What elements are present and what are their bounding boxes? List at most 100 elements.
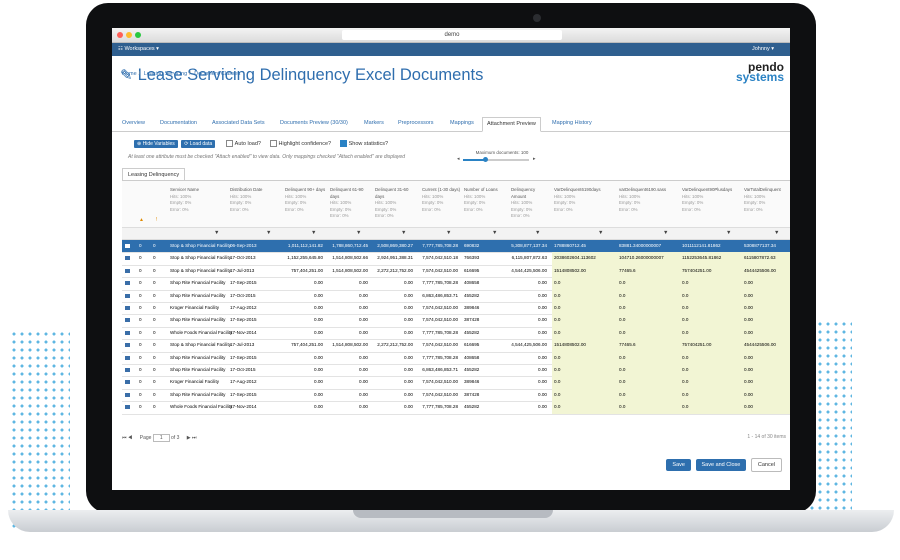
tab-associated-data-sets[interactable]: Associated Data Sets xyxy=(208,117,269,130)
column-header[interactable]: Current (1-30 days) Hits: 100% Empty: 0% Er… xyxy=(422,187,462,213)
tab-mappings[interactable]: Mappings xyxy=(446,117,478,130)
slider-right-icon[interactable]: ▸ xyxy=(533,156,536,162)
row-flag: 0 xyxy=(139,280,142,286)
breadcrumb-home[interactable]: Home xyxy=(122,71,137,77)
cancel-button[interactable]: Cancel xyxy=(750,458,782,472)
tab-overview[interactable]: Overview xyxy=(118,117,149,130)
maximize-window-icon[interactable] xyxy=(135,32,141,38)
table-row[interactable]: 0 0 Whole Foods Financial Facility 17-Nov-2… xyxy=(122,401,790,415)
table-row[interactable]: 0 0 Shop Rite Financial Facility 17-Sep-201… xyxy=(122,277,790,291)
row-flag: 0 xyxy=(153,317,156,323)
warning-icon: ▲ xyxy=(139,217,144,223)
filter-icon[interactable]: ▼ xyxy=(311,230,316,236)
document-icon[interactable] xyxy=(125,368,130,372)
filter-icon[interactable]: ▼ xyxy=(214,230,219,236)
filter-icon[interactable]: ▼ xyxy=(726,230,731,236)
table-row[interactable]: 0 0 Kroger Financial Facility 17-Aug-2012 0.… xyxy=(122,302,790,316)
table-row[interactable]: 0 0 Stop & Shop Financial Facility 17-Oct-2… xyxy=(122,252,790,266)
table-row[interactable]: 0 0 Shop Rite Financial Facility 17-Oct-201… xyxy=(122,364,790,378)
filter-icon[interactable]: ▼ xyxy=(266,230,271,236)
column-header[interactable]: Delinquent 90+ days Hits: 100% Empty: 0% Er… xyxy=(285,187,327,213)
address-bar[interactable]: demo xyxy=(342,30,562,40)
save-and-close-button[interactable]: Save and Close xyxy=(695,459,747,471)
column-header[interactable]: VarDelinquent90Plusdays Hits: 100% Empty: … xyxy=(682,187,742,213)
document-icon[interactable] xyxy=(125,244,130,248)
column-header[interactable]: Delinquent 61-90 days Hits: 100% Empty: 0%… xyxy=(330,187,372,220)
table-row[interactable]: 0 0 Stop & Shop Financial Facility 17-Jul-2… xyxy=(122,264,790,279)
document-icon[interactable] xyxy=(125,318,130,323)
table-row[interactable]: 0 0 Stop & Shop Financial Facility 17-Jul-2… xyxy=(122,339,790,353)
tab-attachment-preview[interactable]: Attachment Preview xyxy=(482,117,541,132)
page-input[interactable]: 1 xyxy=(152,434,170,442)
filter-icon[interactable]: ▼ xyxy=(446,230,451,236)
save-button[interactable]: Save xyxy=(666,459,691,471)
document-icon[interactable] xyxy=(125,281,130,286)
show-statistics-checkbox[interactable]: Show statistics? xyxy=(339,140,388,148)
slider-left-icon[interactable]: ◂ xyxy=(457,156,460,162)
table-row[interactable]: 0 0 Shop Rite Financial Facility 17-Sep-201… xyxy=(122,351,790,365)
table-row[interactable]: 0 0 Whole Foods Financial Facility 17-Nov-2… xyxy=(122,326,790,341)
breadcrumb-document-classes[interactable]: Document Classes xyxy=(194,71,240,77)
document-icon[interactable] xyxy=(125,293,130,298)
document-icon[interactable] xyxy=(125,268,130,273)
table-row[interactable]: 0 0 Shop Rite Financial Facility 17-Sep-201… xyxy=(122,388,790,403)
column-header[interactable]: Distribution Date Hits: 100% Empty: 0% Erro… xyxy=(230,187,282,213)
table-row[interactable]: 0 0 Kroger Financial Facility 17-Aug-2012 0.… xyxy=(122,376,790,390)
highlight-confidence-checkbox[interactable]: Highlight confidence? xyxy=(269,140,331,148)
table-cell: 0.0 xyxy=(682,391,689,397)
hide-variables-button[interactable]: ⊕ Hide Variables xyxy=(134,140,178,148)
filter-icon[interactable]: ▼ xyxy=(663,230,668,236)
document-icon[interactable] xyxy=(125,392,130,397)
filter-icon[interactable]: ▼ xyxy=(492,230,497,236)
column-header[interactable]: Servicer Name Hits: 100% Empty: 0% Error: 0… xyxy=(170,187,230,213)
tab-mapping-history[interactable]: Mapping History xyxy=(548,117,596,130)
table-cell: 0.0 xyxy=(619,280,626,286)
table-cell: 6115807872.63 xyxy=(744,255,776,261)
document-icon[interactable] xyxy=(125,306,130,310)
document-icon[interactable] xyxy=(125,405,130,410)
column-header[interactable]: Number of Loans Hits: 100% Empty: 0% Error:… xyxy=(464,187,508,213)
column-header[interactable]: VarTotalDelinquent Hits: 100% Empty: 0% Err… xyxy=(744,187,790,213)
tab-documents-preview[interactable]: Documents Preview (30/30) xyxy=(276,117,352,130)
close-window-icon[interactable] xyxy=(117,32,123,38)
column-header[interactable]: Delinquency Amount Hits: 100% Empty: 0% Err… xyxy=(511,187,551,220)
table-row[interactable]: 0 0 Shop Rite Financial Facility 17-Oct-201… xyxy=(122,289,790,303)
document-icon[interactable] xyxy=(125,355,130,360)
table-cell: 83881.34000000007 xyxy=(619,243,662,248)
breadcrumb-leasing-servicing[interactable]: Leasing Servicing xyxy=(144,71,187,77)
first-page-icon[interactable]: ⏮ xyxy=(122,435,127,441)
table-cell: 0.00 xyxy=(314,317,323,323)
table-cell: 1514808502.00 xyxy=(554,342,586,348)
table-row[interactable]: 0 0 Stop & Shop Financial Facility 06-Sep-2… xyxy=(122,240,790,254)
row-flag: 0 xyxy=(153,243,156,248)
filter-icon[interactable]: ▼ xyxy=(401,230,406,236)
max-documents-slider[interactable]: ◂ ▸ xyxy=(457,156,537,162)
filter-icon[interactable]: ▼ xyxy=(598,230,603,236)
filter-icon[interactable]: ▼ xyxy=(774,230,779,236)
prev-page-icon[interactable]: ◀ xyxy=(128,435,132,441)
document-icon[interactable] xyxy=(125,380,130,385)
slider-knob[interactable] xyxy=(483,157,488,162)
filter-icon[interactable]: ▼ xyxy=(535,230,540,236)
document-icon[interactable] xyxy=(125,343,130,348)
minimize-window-icon[interactable] xyxy=(126,32,132,38)
column-header[interactable]: Delinquent 31-60 days Hits: 100% Empty: 0%… xyxy=(375,187,417,220)
table-row[interactable]: 0 0 Shop Rite Financial Facility 17-Sep-201… xyxy=(122,314,790,328)
document-icon[interactable] xyxy=(125,330,130,335)
last-page-icon[interactable]: ⏭ xyxy=(192,435,197,441)
tab-markers[interactable]: Markers xyxy=(360,117,388,130)
document-icon[interactable] xyxy=(125,256,130,261)
next-page-icon[interactable]: ▶ xyxy=(187,435,191,441)
column-header[interactable]: VarDelinquent6190days Hits: 100% Empty: 0%… xyxy=(554,187,614,213)
auto-load-checkbox[interactable]: Auto load? xyxy=(225,140,261,148)
tab-documentation[interactable]: Documentation xyxy=(156,117,201,130)
hide-variables-label: Hide Variables xyxy=(142,141,175,147)
user-menu[interactable]: Johnny ▾ xyxy=(752,43,774,56)
filter-icon[interactable]: ▼ xyxy=(356,230,361,236)
row-flag: 0 xyxy=(153,329,156,335)
tab-preprocessors[interactable]: Preprocessors xyxy=(394,117,437,130)
column-header[interactable]: varDelinquent6190.sass Hits: 100% Empty: 0… xyxy=(619,187,679,213)
workspaces-menu[interactable]: ☷ Workspaces ▾ xyxy=(118,43,159,56)
load-data-button[interactable]: ⟳ Load data xyxy=(181,140,216,148)
table-cell: 0.00 xyxy=(404,317,413,323)
